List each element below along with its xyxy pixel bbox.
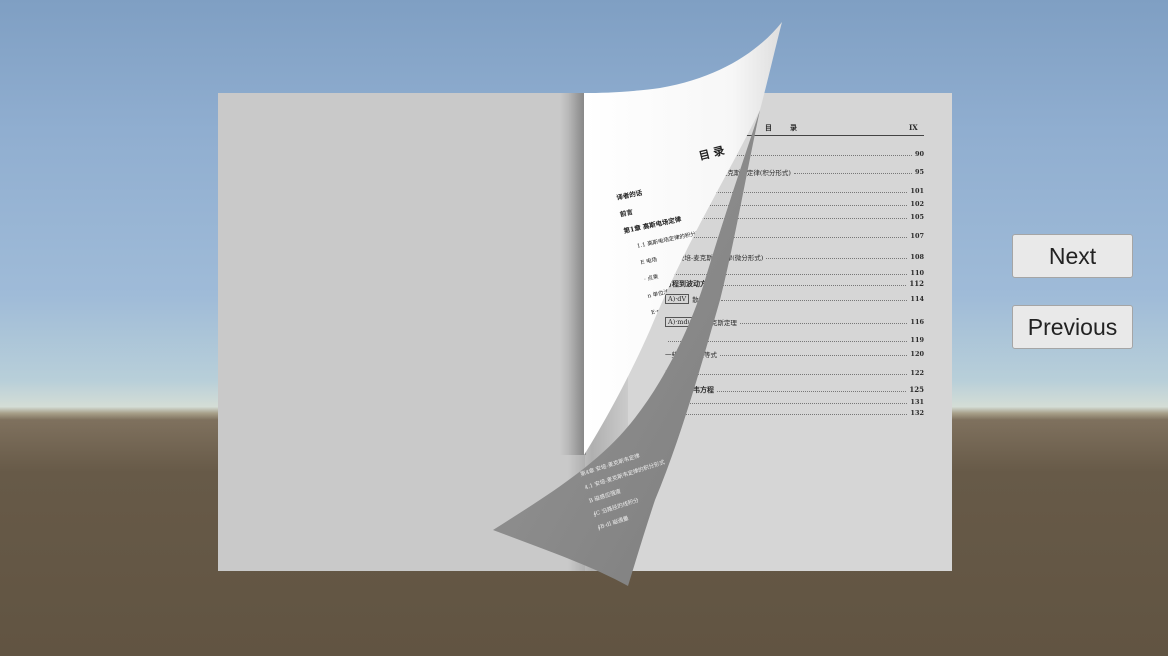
toc-entry: 131 [665, 397, 924, 406]
toc-leader [668, 237, 908, 238]
toc-leader [721, 300, 908, 301]
toc-entry-page: 114 [910, 294, 924, 303]
toc-entry: A)·dV 散度定理 114 [665, 293, 924, 304]
toc-entry-title: 应用安培-麦克斯韦定律(积分形式) [692, 168, 791, 177]
toc-entry-page: 101 [910, 186, 924, 195]
toc-entry-title: 波动方程 [665, 369, 691, 378]
toc-entry: 119 [665, 335, 924, 344]
toc-right-content: 目 录 IX 90 · mdu 应用安培-麦克斯韦定律(积分形式) 95 式 101 102… [585, 93, 952, 571]
toc-leader [720, 355, 908, 356]
toc-entry: 110 [665, 268, 924, 277]
toc-entry-title: 方程到波动方程 [665, 278, 714, 288]
toc-entry-page: 95 [914, 167, 924, 176]
toc-leader [717, 391, 907, 392]
toc-entry-page: 102 [910, 199, 924, 208]
toc-entry-page: 107 [910, 231, 924, 240]
previous-button[interactable]: Previous [1012, 305, 1133, 349]
toc-entry: 的麦克斯韦方程 125 [665, 384, 924, 395]
toc-entry-title: 斯托克斯定理 [697, 318, 737, 327]
toc-leader [694, 374, 908, 375]
toc-entry-page: 125 [909, 385, 924, 394]
toc-entry-page: 116 [910, 317, 924, 326]
toc-leader [766, 258, 908, 259]
toc-entry: 波动方程 122 [665, 368, 924, 378]
toc-entry-title: 应用安培-麦克斯韦定律(微分形式) [665, 253, 764, 262]
toc-entry: 一些有用的恒等式 120 [665, 349, 924, 359]
toc-entry-page: 122 [910, 368, 924, 377]
toc-leader [674, 192, 908, 193]
running-header-page: IX [909, 123, 918, 132]
toc-entry: A)·mdu 斯托克斯定理 116 [665, 316, 924, 327]
toc-entry: 式 101 [665, 186, 924, 196]
toc-leader [668, 341, 908, 342]
toc-entry-page: 110 [910, 268, 924, 277]
toc-entry-title: 式 [665, 187, 672, 196]
book: 目 录 IX 90 · mdu 应用安培-麦克斯韦定律(积分形式) 95 式 101 102… [218, 93, 952, 571]
running-header-2: 录 [790, 123, 797, 132]
toc-leader [668, 155, 912, 156]
toc-leader [793, 173, 912, 174]
toc-entry-page: 132 [910, 408, 924, 417]
toc-leader [668, 205, 908, 206]
toc-entry-page: 112 [909, 279, 924, 288]
toc-leader [717, 285, 907, 286]
toc-entry-title: 的麦克斯韦方程 [665, 384, 714, 394]
toc-entry: 107 [665, 231, 924, 240]
toc-entry-title: 散度定理 [692, 295, 719, 304]
toc-entry-symbol: · mdu [665, 166, 690, 177]
toc-entry-page: 90 [914, 149, 924, 158]
toc-entry-page: 120 [910, 349, 924, 358]
toc-entry: 应用安培-麦克斯韦定律(微分形式) 108 [665, 252, 924, 262]
toc-entry-page: 108 [910, 252, 924, 261]
toc-entry-title: 一些有用的恒等式 [665, 350, 717, 359]
toc-entry-page: 131 [910, 397, 924, 406]
toc-entry: 102 [665, 199, 924, 208]
left-page [218, 93, 585, 571]
toc-entry: 90 [665, 149, 924, 158]
toc-leader [668, 274, 908, 275]
toc-entry: 方程到波动方程 112 [665, 278, 924, 289]
toc-entry: 132 [665, 408, 924, 417]
toc-entry-symbol: A)·dV [665, 293, 690, 304]
toc-entry: · mdu 应用安培-麦克斯韦定律(积分形式) 95 [665, 166, 924, 177]
toc-entry-symbol: A)·mdu [665, 316, 695, 327]
toc-leader [739, 323, 908, 324]
toc-leader [668, 218, 908, 219]
toc-leader [668, 414, 908, 415]
toc-entry-page: 119 [910, 335, 924, 344]
toc-leader [668, 403, 908, 404]
book-gutter-shadow [568, 93, 628, 571]
right-page: 目 录 IX 90 · mdu 应用安培-麦克斯韦定律(积分形式) 95 式 101 102… [585, 93, 952, 571]
toc-entry: 105 [665, 212, 924, 221]
toc-entry-page: 105 [910, 212, 924, 221]
running-header-1: 目 [765, 123, 772, 132]
header-rule [745, 135, 924, 136]
next-button[interactable]: Next [1012, 234, 1133, 278]
